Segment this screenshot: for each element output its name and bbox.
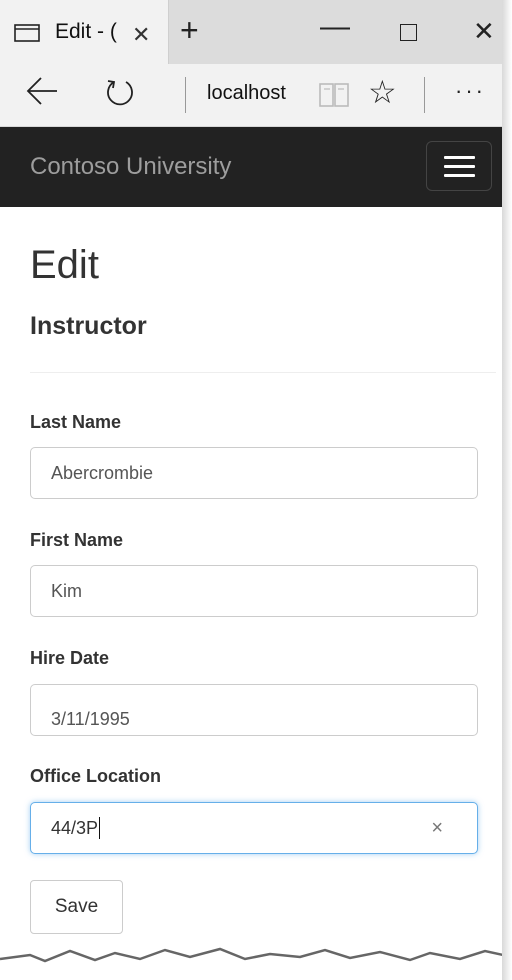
tab-title: Edit - ( — [55, 20, 117, 43]
clear-icon[interactable]: × — [431, 817, 443, 840]
hire-date-field[interactable]: 3/11/1995 — [30, 684, 478, 736]
divider — [30, 372, 496, 373]
last-name-label: Last Name — [30, 412, 122, 432]
address-divider — [185, 77, 186, 113]
refresh-icon[interactable] — [104, 76, 138, 110]
plus-icon[interactable]: + — [180, 12, 199, 49]
hamburger-icon-bar — [444, 165, 475, 168]
url-field[interactable]: localhost — [207, 82, 286, 105]
close-window-icon[interactable]: ✕ — [473, 16, 495, 47]
office-location-value: 44/3P — [51, 817, 99, 838]
star-icon[interactable]: ☆ — [368, 76, 397, 108]
page-title: Edit — [30, 243, 99, 287]
page-subtitle: Instructor — [30, 312, 147, 340]
ellipsis-icon[interactable]: ··· — [455, 78, 486, 104]
back-arrow-icon[interactable] — [25, 74, 59, 108]
hire-date-value: 3/11/1995 — [51, 709, 130, 729]
toolbar-divider — [424, 77, 425, 113]
menu-toggle-button[interactable] — [426, 141, 492, 191]
maximize-icon[interactable] — [400, 24, 417, 41]
tab-bar: Edit - ( ✕ + — ✕ — [0, 0, 502, 64]
hamburger-icon — [444, 156, 475, 159]
book-icon[interactable] — [318, 81, 350, 109]
browser-tab[interactable]: Edit - ( ✕ — [0, 0, 169, 64]
first-name-value: Kim — [51, 580, 82, 601]
minimize-icon[interactable]: — — [320, 10, 350, 44]
tab-page-icon — [14, 24, 40, 42]
hamburger-icon-bar — [444, 174, 475, 177]
last-name-field[interactable]: Abercrombie — [30, 447, 478, 499]
office-location-field[interactable]: 44/3P × — [30, 802, 478, 854]
page-edge-shadow — [502, 0, 512, 980]
torn-paper-edge — [0, 947, 502, 980]
office-location-label: Office Location — [30, 766, 162, 786]
browser-window: Edit - ( ✕ + — ✕ localhost ☆ ··· Contoso… — [0, 0, 502, 980]
site-brand[interactable]: Contoso University — [30, 153, 231, 181]
close-icon[interactable]: ✕ — [132, 22, 150, 48]
last-name-value: Abercrombie — [51, 462, 154, 483]
address-bar: localhost ☆ ··· — [0, 64, 502, 127]
first-name-field[interactable]: Kim — [30, 565, 478, 617]
save-button[interactable]: Save — [30, 880, 123, 934]
hire-date-label: Hire Date — [30, 648, 110, 668]
first-name-label: First Name — [30, 530, 124, 550]
text-caret — [99, 817, 101, 839]
